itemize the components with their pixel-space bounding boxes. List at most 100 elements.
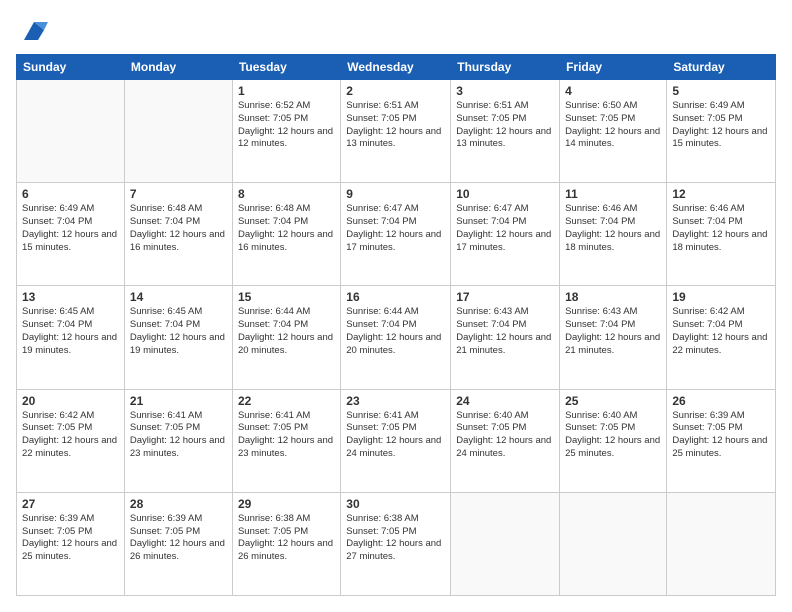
day-info: Sunrise: 6:41 AM Sunset: 7:05 PM Dayligh… (130, 410, 227, 461)
calendar-cell (667, 492, 776, 595)
day-info: Sunrise: 6:41 AM Sunset: 7:05 PM Dayligh… (346, 410, 445, 461)
day-number: 12 (672, 187, 770, 201)
day-number: 26 (672, 394, 770, 408)
calendar-cell: 16Sunrise: 6:44 AM Sunset: 7:04 PM Dayli… (341, 286, 451, 389)
calendar-cell: 8 Sunrise: 6:48 AM Sunset: 7:04 PM Daylig… (232, 183, 340, 286)
day-info: Sunrise: 6:47 AM Sunset: 7:04 PM Dayligh… (456, 203, 554, 254)
calendar-cell (124, 80, 232, 183)
day-info: Sunrise: 6:51 AM Sunset: 7:05 PM Dayligh… (346, 100, 445, 151)
week-row-3: 13 Sunrise: 6:45 AM Sunset: 7:04 PM Dayli… (17, 286, 776, 389)
day-number: 20 (22, 394, 119, 408)
day-info: Sunrise: 6:42 AM Sunset: 7:04 PM Dayligh… (672, 306, 770, 357)
weekday-monday: Monday (124, 55, 232, 80)
calendar-cell: 26 Sunrise: 6:39 AM Sunset: 7:05 PM Dayli… (667, 389, 776, 492)
calendar-cell: 27 Sunrise: 6:39 AM Sunset: 7:05 PM Dayli… (17, 492, 125, 595)
day-info: Sunrise: 6:50 AM Sunset: 7:05 PM Dayligh… (565, 100, 661, 151)
day-info: Sunrise: 6:40 AM Sunset: 7:05 PM Dayligh… (456, 410, 554, 461)
day-number: 1 (238, 84, 335, 98)
day-info: Sunrise: 6:52 AM Sunset: 7:05 PM Dayligh… (238, 100, 335, 151)
calendar-cell: 7 Sunrise: 6:48 AM Sunset: 7:04 PM Daylig… (124, 183, 232, 286)
logo-icon (20, 16, 48, 44)
day-info: Sunrise: 6:39 AM Sunset: 7:05 PM Dayligh… (22, 513, 119, 564)
calendar-cell (560, 492, 667, 595)
weekday-wednesday: Wednesday (341, 55, 451, 80)
day-number: 8 (238, 187, 335, 201)
calendar-cell: 19 Sunrise: 6:42 AM Sunset: 7:04 PM Dayli… (667, 286, 776, 389)
day-number: 17 (456, 290, 554, 304)
day-info: Sunrise: 6:41 AM Sunset: 7:05 PM Dayligh… (238, 410, 335, 461)
day-info: Sunrise: 6:43 AM Sunset: 7:04 PM Dayligh… (456, 306, 554, 357)
calendar-cell: 30 Sunrise: 6:38 AM Sunset: 7:05 PM Dayli… (341, 492, 451, 595)
week-row-1: 1 Sunrise: 6:52 AM Sunset: 7:05 PM Daylig… (17, 80, 776, 183)
day-info: Sunrise: 6:45 AM Sunset: 7:04 PM Dayligh… (22, 306, 119, 357)
day-number: 14 (130, 290, 227, 304)
calendar-cell: 10 Sunrise: 6:47 AM Sunset: 7:04 PM Dayli… (451, 183, 560, 286)
weekday-header-row: SundayMondayTuesdayWednesdayThursdayFrid… (17, 55, 776, 80)
calendar-cell: 18 Sunrise: 6:43 AM Sunset: 7:04 PM Dayli… (560, 286, 667, 389)
calendar-cell: 1 Sunrise: 6:52 AM Sunset: 7:05 PM Daylig… (232, 80, 340, 183)
day-info: Sunrise: 6:49 AM Sunset: 7:05 PM Dayligh… (672, 100, 770, 151)
header (16, 16, 776, 44)
day-info: Sunrise: 6:51 AM Sunset: 7:05 PM Dayligh… (456, 100, 554, 151)
week-row-2: 6Sunrise: 6:49 AM Sunset: 7:04 PM Daylig… (17, 183, 776, 286)
calendar-cell: 23 Sunrise: 6:41 AM Sunset: 7:05 PM Dayli… (341, 389, 451, 492)
day-number: 7 (130, 187, 227, 201)
day-number: 2 (346, 84, 445, 98)
calendar-cell: 12 Sunrise: 6:46 AM Sunset: 7:04 PM Dayli… (667, 183, 776, 286)
calendar-cell: 11 Sunrise: 6:46 AM Sunset: 7:04 PM Dayli… (560, 183, 667, 286)
day-number: 18 (565, 290, 661, 304)
day-number: 30 (346, 497, 445, 511)
calendar-cell: 28 Sunrise: 6:39 AM Sunset: 7:05 PM Dayli… (124, 492, 232, 595)
calendar-cell: 5 Sunrise: 6:49 AM Sunset: 7:05 PM Daylig… (667, 80, 776, 183)
day-info: Sunrise: 6:39 AM Sunset: 7:05 PM Dayligh… (130, 513, 227, 564)
calendar-cell: 4 Sunrise: 6:50 AM Sunset: 7:05 PM Daylig… (560, 80, 667, 183)
day-number: 3 (456, 84, 554, 98)
day-number: 10 (456, 187, 554, 201)
calendar-cell: 17 Sunrise: 6:43 AM Sunset: 7:04 PM Dayli… (451, 286, 560, 389)
day-info: Sunrise: 6:43 AM Sunset: 7:04 PM Dayligh… (565, 306, 661, 357)
day-info: Sunrise: 6:46 AM Sunset: 7:04 PM Dayligh… (672, 203, 770, 254)
day-number: 22 (238, 394, 335, 408)
day-info: Sunrise: 6:45 AM Sunset: 7:04 PM Dayligh… (130, 306, 227, 357)
calendar-cell: 3 Sunrise: 6:51 AM Sunset: 7:05 PM Daylig… (451, 80, 560, 183)
calendar-cell: 13 Sunrise: 6:45 AM Sunset: 7:04 PM Dayli… (17, 286, 125, 389)
day-number: 19 (672, 290, 770, 304)
page: SundayMondayTuesdayWednesdayThursdayFrid… (0, 0, 792, 612)
day-number: 24 (456, 394, 554, 408)
week-row-5: 27 Sunrise: 6:39 AM Sunset: 7:05 PM Dayli… (17, 492, 776, 595)
day-info: Sunrise: 6:38 AM Sunset: 7:05 PM Dayligh… (346, 513, 445, 564)
calendar-cell: 29Sunrise: 6:38 AM Sunset: 7:05 PM Dayli… (232, 492, 340, 595)
calendar-cell (451, 492, 560, 595)
day-info: Sunrise: 6:48 AM Sunset: 7:04 PM Dayligh… (130, 203, 227, 254)
day-number: 9 (346, 187, 445, 201)
calendar-cell: 25 Sunrise: 6:40 AM Sunset: 7:05 PM Dayli… (560, 389, 667, 492)
weekday-sunday: Sunday (17, 55, 125, 80)
weekday-tuesday: Tuesday (232, 55, 340, 80)
day-number: 11 (565, 187, 661, 201)
logo (16, 16, 48, 44)
calendar-cell: 9 Sunrise: 6:47 AM Sunset: 7:04 PM Daylig… (341, 183, 451, 286)
day-info: Sunrise: 6:49 AM Sunset: 7:04 PM Dayligh… (22, 203, 119, 254)
day-number: 28 (130, 497, 227, 511)
day-info: Sunrise: 6:39 AM Sunset: 7:05 PM Dayligh… (672, 410, 770, 461)
week-row-4: 20 Sunrise: 6:42 AM Sunset: 7:05 PM Dayli… (17, 389, 776, 492)
day-info: Sunrise: 6:42 AM Sunset: 7:05 PM Dayligh… (22, 410, 119, 461)
day-number: 25 (565, 394, 661, 408)
calendar-cell: 6Sunrise: 6:49 AM Sunset: 7:04 PM Daylig… (17, 183, 125, 286)
day-info: Sunrise: 6:47 AM Sunset: 7:04 PM Dayligh… (346, 203, 445, 254)
day-number: 15 (238, 290, 335, 304)
calendar-cell: 14 Sunrise: 6:45 AM Sunset: 7:04 PM Dayli… (124, 286, 232, 389)
calendar-cell: 2 Sunrise: 6:51 AM Sunset: 7:05 PM Daylig… (341, 80, 451, 183)
calendar-cell: 24 Sunrise: 6:40 AM Sunset: 7:05 PM Dayli… (451, 389, 560, 492)
weekday-thursday: Thursday (451, 55, 560, 80)
day-number: 5 (672, 84, 770, 98)
day-number: 27 (22, 497, 119, 511)
day-number: 4 (565, 84, 661, 98)
day-info: Sunrise: 6:48 AM Sunset: 7:04 PM Dayligh… (238, 203, 335, 254)
day-info: Sunrise: 6:46 AM Sunset: 7:04 PM Dayligh… (565, 203, 661, 254)
day-number: 13 (22, 290, 119, 304)
day-number: 16 (346, 290, 445, 304)
day-number: 21 (130, 394, 227, 408)
day-info: Sunrise: 6:40 AM Sunset: 7:05 PM Dayligh… (565, 410, 661, 461)
day-number: 23 (346, 394, 445, 408)
